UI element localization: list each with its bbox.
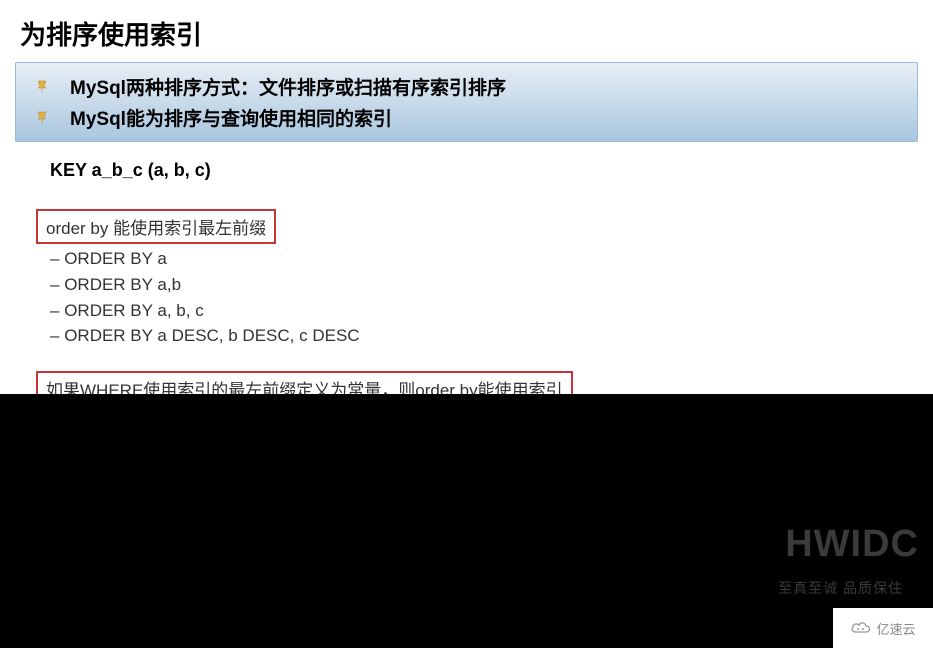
page-title: 为排序使用索引 <box>0 0 933 62</box>
list-item: ORDER BY a <box>50 246 933 272</box>
list-item: ORDER BY a,b <box>50 272 933 298</box>
callout-box: MySql两种排序方式：文件排序或扫描有序索引排序 MySql能为排序与查询使用… <box>15 62 918 142</box>
cloud-icon <box>850 621 872 635</box>
pin-icon <box>34 110 50 126</box>
section-heading-box: order by 能使用索引最左前缀 <box>36 209 276 244</box>
overlay-region <box>0 394 933 648</box>
callout-text: MySql两种排序方式：文件排序或扫描有序索引排序 <box>70 73 506 100</box>
key-definition: KEY a_b_c (a, b, c) <box>50 160 933 181</box>
brand-text: 亿速云 <box>876 619 915 638</box>
brand-badge: 亿速云 <box>833 608 933 648</box>
watermark-tagline: 至真至诚 品质保住 <box>778 578 903 598</box>
list-item: ORDER BY a, b, c <box>50 298 933 324</box>
callout-text: MySql能为排序与查询使用相同的索引 <box>70 104 392 131</box>
callout-item: MySql能为排序与查询使用相同的索引 <box>16 102 917 133</box>
callout-item: MySql两种排序方式：文件排序或扫描有序索引排序 <box>16 71 917 102</box>
pin-icon <box>34 79 50 95</box>
watermark-logo: HWIDC <box>785 523 919 566</box>
section-heading: order by 能使用索引最左前缀 <box>46 219 266 238</box>
list-item: ORDER BY a DESC, b DESC, c DESC <box>50 323 933 349</box>
